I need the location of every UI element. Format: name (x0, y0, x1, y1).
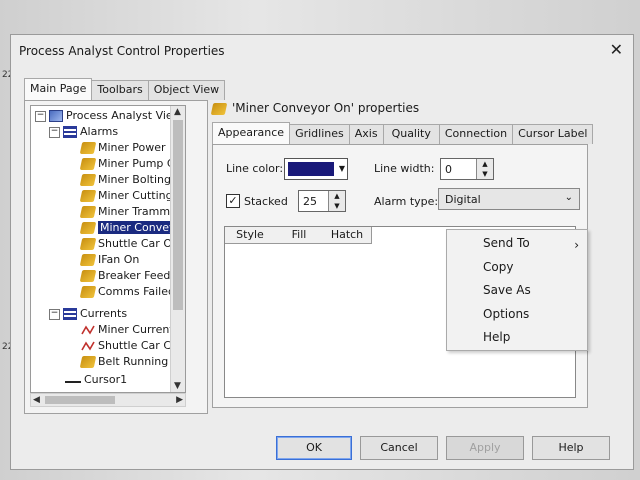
apply-button[interactable]: Apply (446, 436, 524, 460)
cursor-icon (65, 375, 81, 383)
alarm-pen-icon (79, 206, 97, 218)
alarm-pen-icon (79, 158, 97, 170)
close-icon[interactable]: ✕ (610, 40, 623, 59)
spin-up-icon[interactable]: ▲ (476, 159, 493, 169)
tree-item-selected[interactable]: Miner Convey (79, 220, 178, 236)
line-width-spinner[interactable]: 0 ▲ ▼ (440, 158, 494, 180)
scroll-up-icon[interactable]: ▲ (174, 107, 181, 117)
tab-toolbars[interactable]: Toolbars (91, 80, 149, 100)
ok-button[interactable]: OK (276, 436, 352, 460)
alarm-pen-icon (79, 222, 97, 234)
alarm-pen-icon (79, 270, 97, 282)
submenu-arrow-icon: › (574, 238, 579, 252)
menu-item-help[interactable]: Help (483, 330, 510, 344)
column-header-style[interactable]: Style (225, 227, 276, 244)
tab-gridlines[interactable]: Gridlines (289, 124, 350, 144)
alarm-pen-icon (79, 174, 97, 186)
collapse-icon[interactable]: − (35, 110, 46, 122)
cancel-button[interactable]: Cancel (360, 436, 438, 460)
tab-quality[interactable]: Quality (382, 124, 440, 144)
line-color-label: Line color: (226, 162, 284, 175)
alarm-pen-icon (79, 286, 97, 298)
tree-item[interactable]: Miner Pump C (79, 156, 175, 172)
process-analyst-icon (49, 110, 63, 122)
main-tabs: Main Page Toolbars Object View (24, 78, 226, 100)
tree-root[interactable]: − Process Analyst View (35, 108, 182, 124)
menu-item-save-as[interactable]: Save As (483, 283, 531, 297)
tree-item-cursor[interactable]: Cursor1 (65, 372, 127, 388)
menu-item-send-to[interactable]: Send To (483, 236, 530, 250)
tree-vertical-scrollbar[interactable]: ▲ ▼ (170, 106, 185, 392)
stacked-label: Stacked (244, 195, 288, 208)
collapse-icon[interactable]: − (49, 126, 60, 138)
context-menu: Send To › Copy Save As Options Help (446, 229, 588, 351)
alarm-pen-icon (79, 254, 97, 266)
dropdown-arrow-icon: ▼ (338, 164, 345, 173)
tree-group-currents[interactable]: − Currents (49, 306, 127, 322)
column-header-fill[interactable]: Fill (275, 227, 324, 244)
tree-item[interactable]: IFan On (79, 252, 139, 268)
help-button[interactable]: Help (532, 436, 610, 460)
collapse-icon[interactable]: − (49, 308, 60, 320)
tree-item[interactable]: Miner Power (79, 140, 166, 156)
tab-axis[interactable]: Axis (348, 124, 384, 144)
line-color-picker[interactable]: ▼ (284, 158, 348, 180)
stacked-spinner[interactable]: 25 ▲ ▼ (298, 190, 346, 212)
property-tabs: Appearance Gridlines Axis Quality Connec… (212, 122, 594, 144)
tree-item[interactable]: Miner Current (81, 322, 174, 338)
alarm-pen-icon (210, 102, 228, 115)
tab-appearance[interactable]: Appearance (212, 122, 291, 144)
object-tree[interactable]: − Process Analyst View − Alarms Miner Powe… (30, 105, 186, 393)
tree-item[interactable]: Comms Failed (79, 284, 175, 300)
stacked-checkbox[interactable]: ✓ (226, 194, 240, 208)
spin-down-icon[interactable]: ▼ (328, 201, 345, 211)
scroll-down-icon[interactable]: ▼ (174, 381, 181, 391)
pen-group-icon (63, 126, 77, 138)
dialog-title: Process Analyst Control Properties (19, 44, 225, 58)
menu-item-options[interactable]: Options (483, 307, 529, 321)
tree-item[interactable]: Shuttle Car C (81, 338, 171, 354)
tree-item[interactable]: Belt Running (79, 354, 168, 370)
properties-header: 'Miner Conveyor On' properties (210, 101, 420, 115)
menu-item-copy[interactable]: Copy (483, 260, 513, 274)
alarm-type-label: Alarm type: (374, 195, 439, 208)
tree-item[interactable]: Breaker Feed (79, 268, 170, 284)
tree-item[interactable]: Miner Bolting (79, 172, 171, 188)
properties-title: 'Miner Conveyor On' properties (232, 101, 420, 115)
alarm-pen-icon (79, 190, 97, 202)
scrollbar-thumb[interactable] (173, 120, 183, 310)
trend-pen-icon (81, 341, 95, 351)
spin-down-icon[interactable]: ▼ (476, 169, 493, 179)
tab-cursor-label[interactable]: Cursor Label (512, 124, 594, 144)
trend-pen-icon (81, 325, 95, 335)
alarm-pen-icon (79, 356, 97, 368)
column-header-hatch[interactable]: Hatch (323, 227, 372, 244)
line-width-label: Line width: (374, 162, 435, 175)
alarm-pen-icon (79, 142, 97, 154)
tree-item[interactable]: Miner Cutting (79, 188, 173, 204)
spin-up-icon[interactable]: ▲ (328, 191, 345, 201)
alarm-type-select[interactable]: Digital ⌄ (438, 188, 580, 210)
pen-group-icon (63, 308, 77, 320)
color-swatch (288, 162, 334, 176)
tree-item[interactable]: Miner Trammi (79, 204, 173, 220)
scroll-left-icon[interactable]: ◀ (33, 395, 40, 405)
chevron-down-icon: ⌄ (564, 192, 573, 203)
object-tree-panel: − Process Analyst View − Alarms Miner Powe… (24, 100, 208, 414)
scrollbar-thumb[interactable] (45, 396, 115, 404)
tab-object-view[interactable]: Object View (147, 80, 226, 100)
tab-main-page[interactable]: Main Page (24, 78, 93, 100)
scroll-right-icon[interactable]: ▶ (176, 395, 183, 405)
tree-horizontal-scrollbar[interactable]: ◀ ▶ (30, 393, 186, 407)
title-bar: Process Analyst Control Properties ✕ (11, 35, 633, 65)
tree-item[interactable]: Shuttle Car O (79, 236, 172, 252)
tab-connection[interactable]: Connection (438, 124, 514, 144)
alarm-pen-icon (79, 238, 97, 250)
tree-group-alarms[interactable]: − Alarms (49, 124, 118, 140)
